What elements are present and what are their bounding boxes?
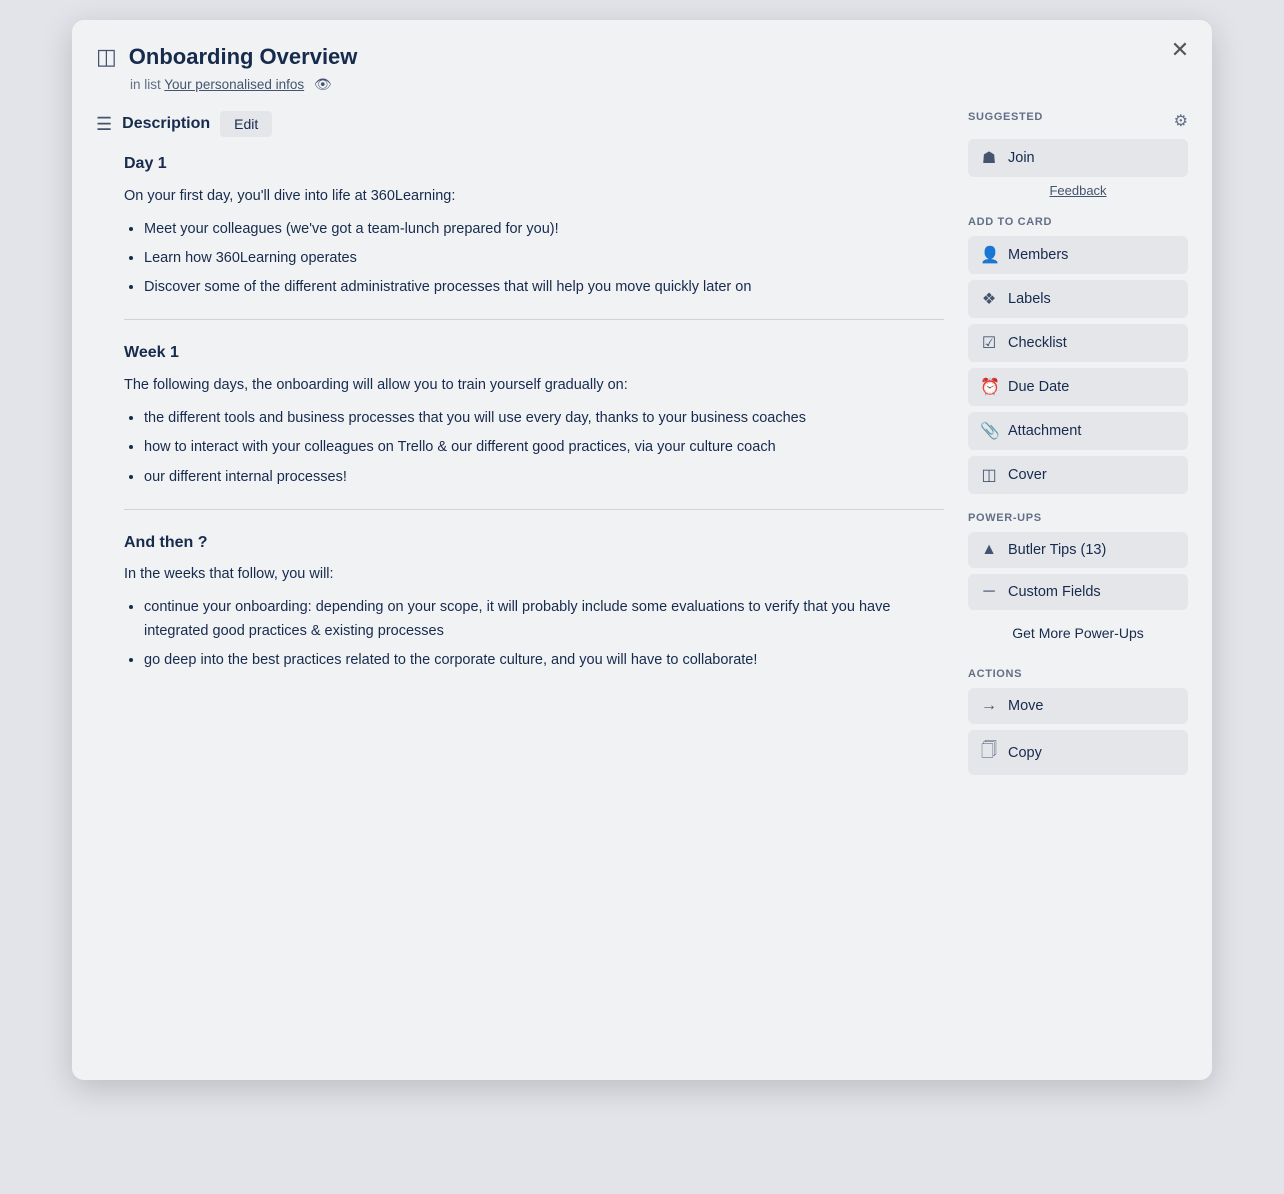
modal-subtitle: in list Your personalised infos 👁 bbox=[96, 76, 1148, 93]
suggested-header: SUGGESTED ⚙ bbox=[968, 111, 1188, 131]
section-week1-intro: The following days, the onboarding will … bbox=[124, 374, 944, 397]
description-icon: ☰ bbox=[96, 114, 112, 135]
suggested-gear-button[interactable]: ⚙ bbox=[1174, 111, 1188, 131]
section-then-intro: In the weeks that follow, you will: bbox=[124, 563, 944, 586]
modal-header: ◫ Onboarding Overview in list Your perso… bbox=[96, 44, 1188, 93]
edit-description-button[interactable]: Edit bbox=[220, 111, 272, 137]
feedback-link[interactable]: Feedback bbox=[968, 183, 1188, 198]
butler-icon: ▲ bbox=[980, 541, 998, 559]
section-then-heading: And then ? bbox=[124, 530, 944, 556]
list-item: go deep into the best practices related … bbox=[144, 649, 944, 672]
main-content: ☰ Description Edit Day 1 On your first d… bbox=[96, 111, 944, 1056]
butler-tips-button[interactable]: ▲ Butler Tips (13) bbox=[968, 532, 1188, 568]
section-week1-heading: Week 1 bbox=[124, 340, 944, 366]
add-to-card-label: ADD TO CARD bbox=[968, 216, 1188, 228]
attachment-icon: 📎 bbox=[980, 421, 998, 441]
due-date-button[interactable]: ⏰ Due Date bbox=[968, 368, 1188, 406]
description-section: ☰ Description Edit Day 1 On your first d… bbox=[96, 111, 944, 672]
actions-label: ACTIONS bbox=[968, 668, 1188, 680]
join-button[interactable]: ☗ Join bbox=[968, 139, 1188, 177]
modal-body: ☰ Description Edit Day 1 On your first d… bbox=[96, 111, 1188, 1056]
checklist-icon: ☑ bbox=[980, 333, 998, 353]
section-day1-list: Meet your colleagues (we've got a team-l… bbox=[124, 218, 944, 300]
custom-fields-button[interactable]: ─ Custom Fields bbox=[968, 574, 1188, 610]
members-icon: 👤 bbox=[980, 245, 998, 265]
cover-icon: ◫ bbox=[980, 465, 998, 485]
card-modal: ✕ ◫ Onboarding Overview in list Your per… bbox=[72, 20, 1212, 1080]
power-ups-label: POWER-UPS bbox=[968, 512, 1188, 524]
labels-button[interactable]: ❖ Labels bbox=[968, 280, 1188, 318]
custom-fields-icon: ─ bbox=[980, 583, 998, 601]
section-divider bbox=[124, 509, 944, 510]
labels-icon: ❖ bbox=[980, 289, 998, 309]
close-button[interactable]: ✕ bbox=[1164, 34, 1196, 66]
card-title: Onboarding Overview bbox=[129, 44, 358, 70]
list-item: Meet your colleagues (we've got a team-l… bbox=[144, 218, 944, 241]
list-link[interactable]: Your personalised infos bbox=[164, 77, 304, 92]
move-icon: → bbox=[980, 697, 998, 715]
section-day1-heading: Day 1 bbox=[124, 151, 944, 177]
cover-button[interactable]: ◫ Cover bbox=[968, 456, 1188, 494]
members-button[interactable]: 👤 Members bbox=[968, 236, 1188, 274]
list-item: the different tools and business process… bbox=[144, 407, 944, 430]
checklist-button[interactable]: ☑ Checklist bbox=[968, 324, 1188, 362]
move-button[interactable]: → Move bbox=[968, 688, 1188, 724]
clock-icon: ⏰ bbox=[980, 377, 998, 397]
list-item: how to interact with your colleagues on … bbox=[144, 436, 944, 459]
copy-button[interactable]: 🗍 Copy bbox=[968, 730, 1188, 775]
description-title: Description bbox=[122, 115, 210, 133]
copy-icon: 🗍 bbox=[980, 739, 998, 766]
card-icon: ◫ bbox=[96, 44, 117, 70]
section-week1-list: the different tools and business process… bbox=[124, 407, 944, 489]
attachment-button[interactable]: 📎 Attachment bbox=[968, 412, 1188, 450]
eye-icon: 👁 bbox=[314, 76, 332, 92]
section-then-list: continue your onboarding: depending on y… bbox=[124, 596, 944, 672]
list-item: Discover some of the different administr… bbox=[144, 276, 944, 299]
sidebar: SUGGESTED ⚙ ☗ Join Feedback ADD TO CARD … bbox=[968, 111, 1188, 1056]
get-more-powerups-button[interactable]: Get More Power-Ups bbox=[968, 616, 1188, 650]
description-content: Day 1 On your first day, you'll dive int… bbox=[96, 151, 944, 672]
person-icon: ☗ bbox=[980, 148, 998, 168]
list-item: continue your onboarding: depending on y… bbox=[144, 596, 944, 642]
section-divider bbox=[124, 319, 944, 320]
suggested-label: SUGGESTED bbox=[968, 111, 1043, 123]
list-item: our different internal processes! bbox=[144, 466, 944, 489]
list-item: Learn how 360Learning operates bbox=[144, 247, 944, 270]
section-day1-intro: On your first day, you'll dive into life… bbox=[124, 185, 944, 208]
